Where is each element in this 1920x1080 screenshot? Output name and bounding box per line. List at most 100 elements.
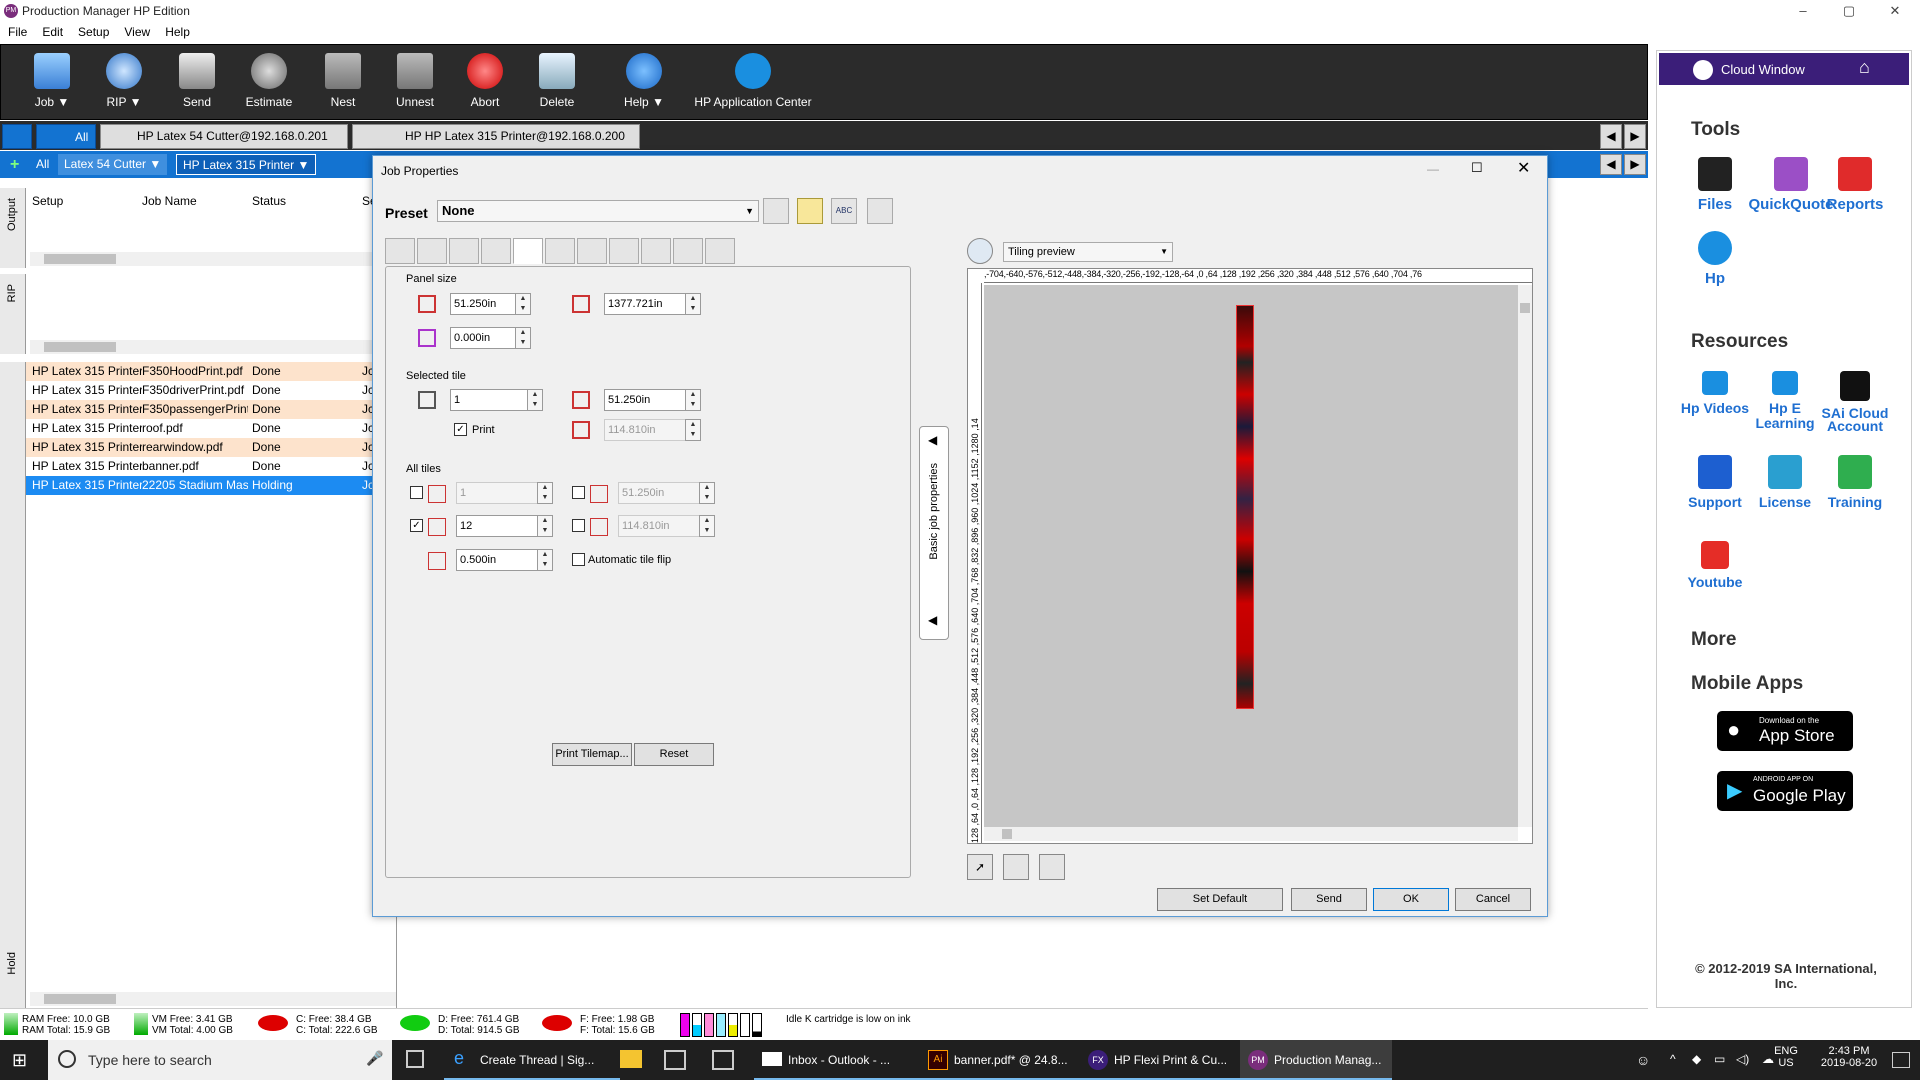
training-link[interactable]: Training: [1815, 455, 1895, 510]
spin-arrows-icon[interactable]: ▲ ▼: [537, 482, 553, 504]
print-tile-checkbox[interactable]: ✓: [454, 423, 467, 436]
columns-checkbox[interactable]: [410, 486, 423, 499]
menu-edit[interactable]: Edit: [34, 22, 70, 39]
windows-start-icon[interactable]: ⊞: [12, 1050, 32, 1070]
filter-latex54-cutter[interactable]: Latex 54 Cutter ▼: [58, 154, 168, 175]
network-icon[interactable]: ▭: [1714, 1052, 1725, 1066]
column-width-field[interactable]: 51.250in ▲ ▼: [618, 482, 715, 504]
rows-field[interactable]: 12 ▲ ▼: [456, 515, 553, 537]
window-icon[interactable]: [712, 1050, 734, 1070]
menu-file[interactable]: File: [0, 22, 34, 39]
dialog-maximize-button[interactable]: ☐: [1471, 160, 1483, 176]
google-play-button[interactable]: ▶ ANDROID APP ON Google Play: [1717, 771, 1853, 811]
minimize-button[interactable]: –: [1780, 0, 1826, 22]
abort-button[interactable]: Abort: [457, 49, 513, 117]
set-default-button[interactable]: Set Default: [1157, 888, 1283, 911]
tile-number-field[interactable]: 1 ▲ ▼: [450, 389, 543, 411]
dropbox-icon[interactable]: ◆: [1692, 1052, 1701, 1066]
preset-dropdown[interactable]: None ▼: [437, 200, 759, 222]
clock-icon[interactable]: [967, 238, 993, 264]
reports-link[interactable]: Reports: [1815, 157, 1895, 212]
spin-arrows-icon[interactable]: ▲ ▼: [515, 327, 531, 349]
table-row[interactable]: HP Latex 315 Printer F350HoodPrint.pdf Don…: [26, 362, 374, 381]
support-link[interactable]: Support: [1675, 455, 1755, 510]
panel-width-field[interactable]: 51.250in ▲ ▼: [450, 293, 531, 315]
help-button[interactable]: Help ▼: [613, 49, 675, 117]
delete-preset-icon[interactable]: [867, 198, 893, 224]
tile-height-field[interactable]: 114.810in ▲ ▼: [604, 419, 701, 441]
job-button[interactable]: Job ▼: [21, 49, 83, 117]
spin-arrows-icon[interactable]: ▲ ▼: [685, 389, 701, 411]
row-height-checkbox[interactable]: [572, 519, 585, 532]
filter-latex315-printer[interactable]: HP Latex 315 Printer ▼: [176, 154, 317, 175]
rename-preset-icon[interactable]: ABC: [831, 198, 857, 224]
add-icon[interactable]: +: [4, 154, 25, 175]
save-as-preset-icon[interactable]: [797, 198, 823, 224]
nest-button[interactable]: Nest: [315, 49, 371, 117]
people-icon[interactable]: ☺: [1636, 1052, 1650, 1068]
column-header-status[interactable]: Status: [252, 194, 286, 208]
more-heading[interactable]: More: [1691, 629, 1736, 651]
notifications-icon[interactable]: [1892, 1052, 1910, 1068]
tab-effects-icon[interactable]: [705, 238, 735, 264]
tab-marks-icon[interactable]: [545, 238, 575, 264]
microphone-icon[interactable]: 🎤: [366, 1050, 383, 1067]
license-link[interactable]: License: [1745, 455, 1825, 510]
output-side-tab[interactable]: Output: [0, 188, 26, 268]
clock[interactable]: 2:43 PM 2019-08-20: [1812, 1045, 1886, 1069]
rip-side-tab[interactable]: RIP: [0, 274, 26, 354]
tab-latex315-printer[interactable]: HP HP Latex 315 Printer@192.168.0.200: [352, 124, 640, 149]
filter-scroll-right-button[interactable]: ▶: [1624, 154, 1646, 175]
preview-mode-dropdown[interactable]: Tiling preview ▼: [1003, 242, 1173, 262]
delete-button[interactable]: Delete: [527, 49, 587, 117]
table-row-selected[interactable]: HP Latex 315 Printer 22205 Stadium Mast Ho…: [26, 476, 374, 495]
youtube-link[interactable]: Youtube: [1675, 541, 1755, 590]
file-explorer-icon[interactable]: [620, 1050, 642, 1068]
table-row[interactable]: HP Latex 315 Printer banner.pdf Done Jc: [26, 457, 374, 476]
table-row[interactable]: HP Latex 315 Printer roof.pdf Done Jc: [26, 419, 374, 438]
taskbar-app-outlook[interactable]: Inbox - Outlook - ...: [754, 1040, 920, 1080]
auto-tile-flip-checkbox[interactable]: [572, 553, 585, 566]
tab-scroll-right-button[interactable]: ▶: [1624, 124, 1646, 149]
taskbar-search-box[interactable]: Type here to search 🎤: [48, 1040, 392, 1080]
taskbar-app-edge[interactable]: e Create Thread | Sig...: [444, 1040, 620, 1080]
sai-cloud-account-link[interactable]: SAi Cloud Account: [1815, 371, 1895, 433]
hp-elearning-link[interactable]: Hp E Learning: [1745, 371, 1825, 431]
maximize-button[interactable]: ▢: [1826, 0, 1872, 22]
tray-expand-icon[interactable]: ^: [1670, 1052, 1676, 1066]
output-hscrollbar[interactable]: [30, 252, 396, 266]
send-dialog-button[interactable]: Send: [1291, 888, 1367, 911]
dialog-close-button[interactable]: ✕: [1517, 158, 1530, 178]
tile-width-field[interactable]: 51.250in ▲ ▼: [604, 389, 701, 411]
preview-canvas[interactable]: [984, 285, 1518, 827]
spin-arrows-icon[interactable]: ▲ ▼: [685, 293, 701, 315]
hp-videos-link[interactable]: Hp Videos: [1675, 371, 1755, 416]
tile-overlap-field[interactable]: 0.500in ▲ ▼: [456, 549, 553, 571]
filter-all[interactable]: All: [30, 154, 55, 175]
tab-layout-icon[interactable]: [481, 238, 511, 264]
spin-arrows-icon[interactable]: ▲ ▼: [699, 515, 715, 537]
column-header-setup[interactable]: Setup: [32, 194, 63, 208]
hold-side-tab[interactable]: Hold: [0, 362, 26, 1008]
input-language[interactable]: ENG US: [1766, 1045, 1806, 1069]
close-button[interactable]: ✕: [1872, 0, 1918, 22]
menu-setup[interactable]: Setup: [70, 22, 116, 39]
tab-image-icon[interactable]: [417, 238, 447, 264]
spin-arrows-icon[interactable]: ▲ ▼: [527, 389, 543, 411]
rip-button[interactable]: RIP ▼: [93, 49, 155, 117]
tab-latex54-cutter[interactable]: HP Latex 54 Cutter@192.168.0.201: [100, 124, 348, 149]
menu-help[interactable]: Help: [157, 22, 197, 39]
volume-icon[interactable]: ◁): [1736, 1052, 1749, 1066]
tab-media-icon[interactable]: [609, 238, 639, 264]
cancel-button[interactable]: Cancel: [1455, 888, 1531, 911]
home-icon[interactable]: ⌂: [1859, 57, 1870, 78]
app-store-button[interactable]: ● Download on the App Store: [1717, 711, 1853, 751]
preview-vscrollbar[interactable]: [1518, 285, 1532, 827]
table-row[interactable]: HP Latex 315 Printer F350passengerPrint. D…: [26, 400, 374, 419]
spin-arrows-icon[interactable]: ▲ ▼: [537, 515, 553, 537]
table-row[interactable]: HP Latex 315 Printer rearwindow.pdf Done Jc: [26, 438, 374, 457]
columns-field[interactable]: 1 ▲ ▼: [456, 482, 553, 504]
tab-cut-icon[interactable]: [673, 238, 703, 264]
tab-general-icon[interactable]: [385, 238, 415, 264]
reset-button[interactable]: Reset: [634, 743, 714, 766]
